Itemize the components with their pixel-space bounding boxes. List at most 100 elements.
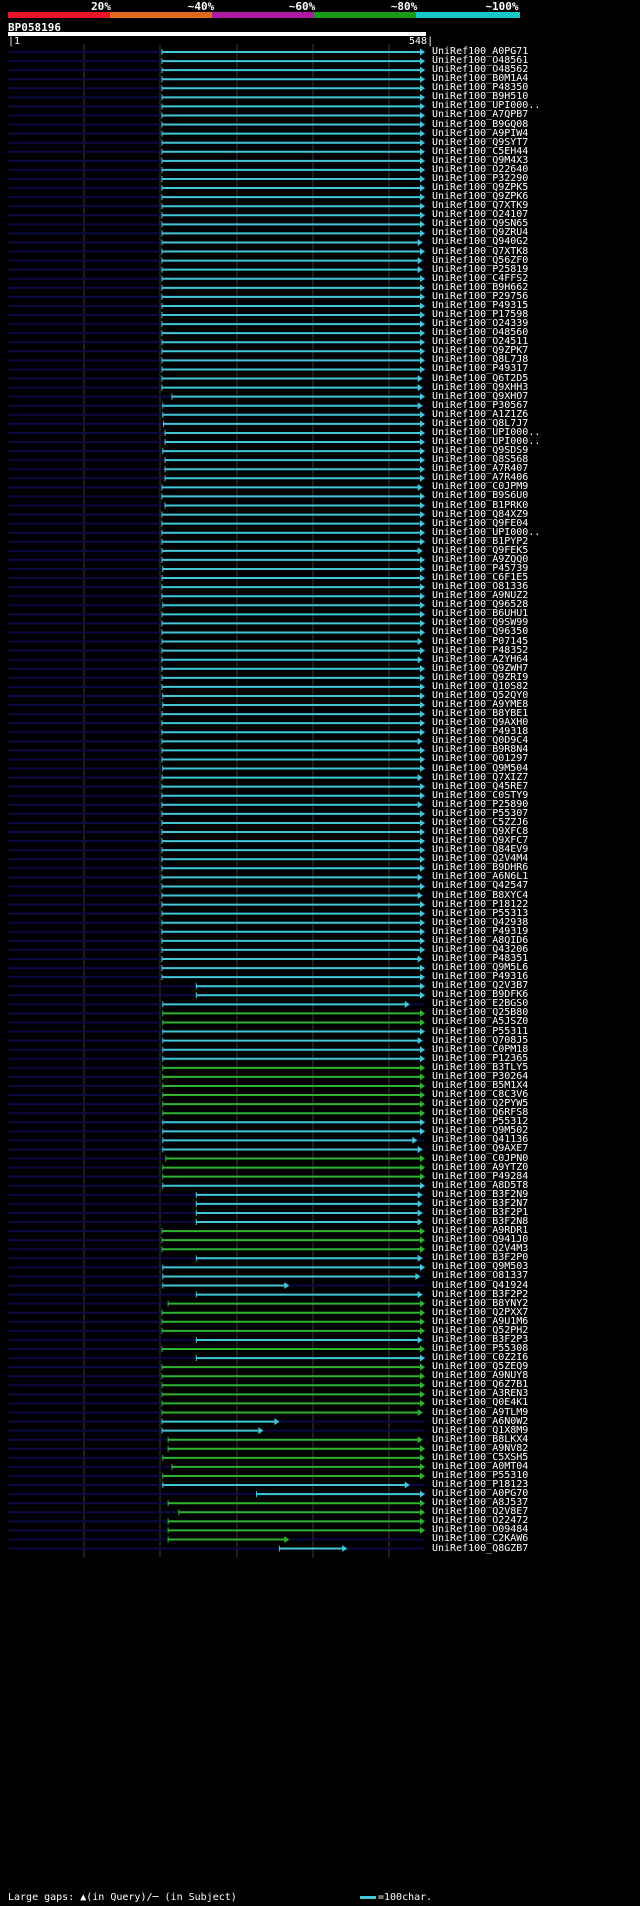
hit-arrow-icon bbox=[420, 48, 425, 56]
hit-arrow-icon bbox=[420, 1028, 425, 1036]
hit-arrow-icon bbox=[420, 284, 425, 292]
hit-arrow-icon bbox=[420, 1499, 425, 1507]
hit-arrow-icon bbox=[417, 873, 423, 881]
hit-arrow-icon bbox=[420, 1263, 425, 1271]
hit-arrow-icon bbox=[420, 928, 425, 936]
hit-arrow-icon bbox=[420, 964, 425, 972]
hit-arrow-icon bbox=[420, 647, 425, 655]
hit-arrow-icon bbox=[412, 1136, 418, 1144]
hit-arrow-icon bbox=[420, 456, 425, 464]
hit-arrow-icon bbox=[420, 93, 425, 101]
hit-arrow-icon bbox=[420, 701, 425, 709]
hit-arrow-icon bbox=[420, 574, 425, 582]
hit-arrow-icon bbox=[420, 329, 425, 337]
hit-arrow-icon bbox=[420, 121, 425, 129]
hit-arrow-icon bbox=[420, 492, 425, 500]
hit-arrow-icon bbox=[420, 529, 425, 537]
hit-arrow-icon bbox=[420, 692, 425, 700]
hit-arrow-icon bbox=[420, 184, 425, 192]
hit-arrow-icon bbox=[417, 547, 423, 555]
hit-label[interactable]: UniRef100_Q8GZB7 bbox=[432, 1543, 528, 1553]
hit-arrow-icon bbox=[420, 792, 425, 800]
hit-arrow-icon bbox=[420, 111, 425, 119]
hit-arrow-icon bbox=[420, 1109, 425, 1117]
hit-arrow-icon bbox=[420, 901, 425, 909]
hit-arrow-icon bbox=[417, 1037, 423, 1045]
hit-arrow-icon bbox=[420, 1164, 425, 1172]
hit-arrow-icon bbox=[415, 1272, 421, 1280]
hit-arrow-icon bbox=[420, 202, 425, 210]
hit-arrow-icon bbox=[420, 937, 425, 945]
hit-arrow-icon bbox=[417, 1145, 423, 1153]
hit-arrow-icon bbox=[284, 1282, 290, 1290]
hit-arrow-icon bbox=[420, 465, 425, 473]
hit-arrow-icon bbox=[420, 102, 425, 110]
hit-arrow-icon bbox=[420, 819, 425, 827]
hit-arrow-icon bbox=[420, 229, 425, 237]
hit-arrow-icon bbox=[258, 1427, 264, 1435]
hit-arrow-icon bbox=[420, 393, 425, 401]
hit-arrow-icon bbox=[420, 248, 425, 256]
hit-arrow-icon bbox=[420, 293, 425, 301]
hit-arrow-icon bbox=[404, 1481, 410, 1489]
hit-arrow-icon bbox=[420, 946, 425, 954]
hit-arrow-icon bbox=[420, 728, 425, 736]
hit-arrow-icon bbox=[417, 238, 423, 246]
hit-arrow-icon bbox=[420, 1345, 425, 1353]
hit-arrow-icon bbox=[420, 1055, 425, 1063]
hit-arrow-icon bbox=[417, 402, 423, 410]
hit-arrow-icon bbox=[417, 1191, 423, 1199]
hit-arrow-icon bbox=[417, 1200, 423, 1208]
hit-arrow-icon bbox=[420, 1327, 425, 1335]
hit-arrow-icon bbox=[420, 1245, 425, 1253]
hit-arrow-icon bbox=[420, 828, 425, 836]
hit-arrow-icon bbox=[420, 919, 425, 927]
hit-arrow-icon bbox=[420, 311, 425, 319]
hit-arrow-icon bbox=[420, 1064, 425, 1072]
hit-arrow-icon bbox=[417, 801, 423, 809]
hit-arrow-icon bbox=[420, 565, 425, 573]
hit-arrow-icon bbox=[420, 1445, 425, 1453]
hit-arrow-icon bbox=[420, 1155, 425, 1163]
hit-arrow-icon bbox=[420, 1526, 425, 1534]
hit-arrow-icon bbox=[420, 1472, 425, 1480]
hit-arrow-icon bbox=[420, 75, 425, 83]
hit-arrow-icon bbox=[420, 429, 425, 437]
hit-arrow-icon bbox=[420, 66, 425, 74]
hit-arrow-icon bbox=[420, 628, 425, 636]
hit-arrow-icon bbox=[417, 737, 423, 745]
hit-arrow-icon bbox=[420, 166, 425, 174]
hit-arrow-icon bbox=[420, 320, 425, 328]
hit-arrow-icon bbox=[420, 982, 425, 990]
hit-arrow-icon bbox=[420, 420, 425, 428]
hit-arrow-icon bbox=[420, 1127, 425, 1135]
hit-arrow-icon bbox=[420, 910, 425, 918]
hit-arrow-icon bbox=[420, 1318, 425, 1326]
hit-arrow-icon bbox=[420, 1018, 425, 1026]
hit-arrow-icon bbox=[420, 1300, 425, 1308]
hit-arrow-icon bbox=[420, 1118, 425, 1126]
hit-arrow-icon bbox=[420, 610, 425, 618]
hit-arrow-icon bbox=[417, 656, 423, 664]
hit-arrow-icon bbox=[420, 365, 425, 373]
hit-arrow-icon bbox=[417, 483, 423, 491]
hit-arrow-icon bbox=[420, 538, 425, 546]
hit-arrow-icon bbox=[420, 1100, 425, 1108]
hit-arrow-icon bbox=[342, 1545, 348, 1553]
hit-arrow-icon bbox=[420, 447, 425, 455]
hit-arrow-icon bbox=[274, 1418, 280, 1426]
hit-arrow-icon bbox=[284, 1535, 290, 1543]
hit-arrow-icon bbox=[420, 765, 425, 773]
hit-arrow-icon bbox=[420, 157, 425, 165]
hit-arrow-icon bbox=[420, 1073, 425, 1081]
hit-arrow-icon bbox=[420, 57, 425, 65]
hit-arrow-icon bbox=[420, 1399, 425, 1407]
hit-arrow-icon bbox=[417, 892, 423, 900]
hit-arrow-icon bbox=[417, 266, 423, 274]
hit-arrow-icon bbox=[420, 864, 425, 872]
hit-arrow-icon bbox=[420, 1236, 425, 1244]
hit-arrow-icon bbox=[420, 556, 425, 564]
hit-arrow-icon bbox=[420, 1372, 425, 1380]
hit-arrow-icon bbox=[420, 991, 425, 999]
hit-arrow-icon bbox=[420, 130, 425, 138]
